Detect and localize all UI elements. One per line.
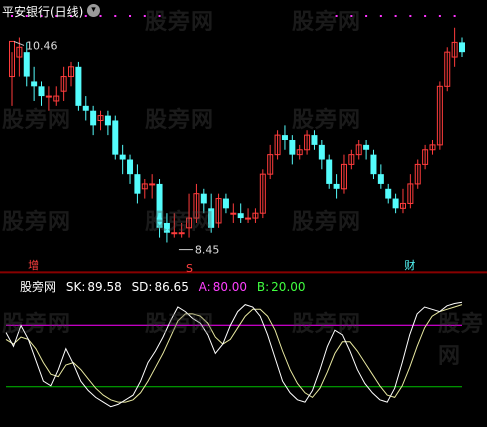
candle-body	[38, 86, 45, 97]
marker-dot	[379, 15, 382, 17]
marker-dot	[409, 15, 412, 17]
candle-body	[134, 174, 141, 194]
marker-dot	[84, 15, 87, 17]
marker-dot	[438, 15, 441, 17]
a-label: A:	[198, 280, 211, 294]
candle-body	[200, 193, 207, 204]
candle-body	[459, 42, 465, 53]
marker-dot	[365, 15, 368, 17]
marker-dot	[394, 15, 397, 17]
candle-body	[377, 174, 384, 184]
watermark: 股旁网	[145, 312, 215, 337]
watermark: 股旁网	[145, 210, 215, 235]
candle-body	[119, 154, 126, 160]
candle-body	[363, 144, 370, 150]
candle-body	[230, 212, 237, 215]
sk-line	[5, 301, 463, 408]
indicator-legend: 股旁网 SK: 89.58 SD: 86.65 A: 80.00 B: 20.00	[20, 278, 312, 295]
watermark: 股旁网	[2, 108, 72, 133]
marker-dot	[424, 15, 427, 17]
indicator-name: 股旁网	[20, 280, 57, 294]
candle-body	[326, 159, 333, 184]
sd-value: 86.65	[154, 280, 189, 294]
candle-body	[127, 159, 134, 175]
candle-body	[112, 120, 119, 155]
candle-body	[370, 154, 377, 175]
candle-body	[318, 144, 325, 160]
candle-body	[245, 217, 252, 220]
b-label: B:	[256, 280, 270, 294]
marker-dot	[129, 15, 132, 17]
candle-body	[45, 95, 52, 98]
a-value: 80.00	[212, 280, 248, 294]
watermark: 股旁网	[145, 10, 215, 35]
chevron-down-icon[interactable]: ▾	[87, 4, 100, 17]
candle-body	[75, 66, 82, 106]
watermark: 股旁网	[292, 210, 362, 235]
watermark: 股旁网	[438, 312, 485, 369]
watermark: 股旁网	[2, 210, 72, 235]
candle-body	[237, 213, 244, 219]
candle-body	[31, 81, 38, 87]
candle-body	[333, 183, 340, 189]
marker-dot	[99, 15, 102, 17]
sd-label: SD:	[131, 280, 153, 294]
marker-dot	[114, 15, 117, 17]
candle-body	[289, 140, 296, 155]
candle-body	[82, 105, 89, 111]
candle-body	[104, 115, 111, 126]
chart-canvas: 10.46 8.45 增 S 财	[0, 15, 487, 408]
marker-dot	[453, 15, 456, 17]
watermark: 股旁网	[292, 10, 362, 35]
watermark: 股旁网	[292, 108, 362, 133]
watermark: 股旁网	[2, 312, 72, 337]
sk-value: 89.58	[87, 280, 122, 294]
candle-body	[23, 52, 30, 77]
sk-label: SK:	[65, 280, 86, 294]
signal-cai: 财	[404, 258, 415, 272]
candle-body	[222, 198, 229, 209]
candle-body	[311, 135, 318, 145]
chart-title: 平安银行(日线)	[2, 5, 84, 19]
candle-body	[90, 110, 97, 126]
watermark: 股旁网	[145, 108, 215, 133]
signal-s: S	[186, 262, 193, 275]
candle-body	[385, 188, 392, 199]
candle-body	[281, 135, 288, 140]
candle-body	[392, 198, 399, 209]
high-label: 10.46	[26, 39, 58, 52]
low-label: 8.45	[195, 244, 220, 257]
b-value: 20.00	[271, 280, 306, 294]
candle-body	[149, 183, 156, 186]
watermark: 股旁网	[292, 312, 362, 337]
signal-zeng: 增	[28, 258, 39, 272]
